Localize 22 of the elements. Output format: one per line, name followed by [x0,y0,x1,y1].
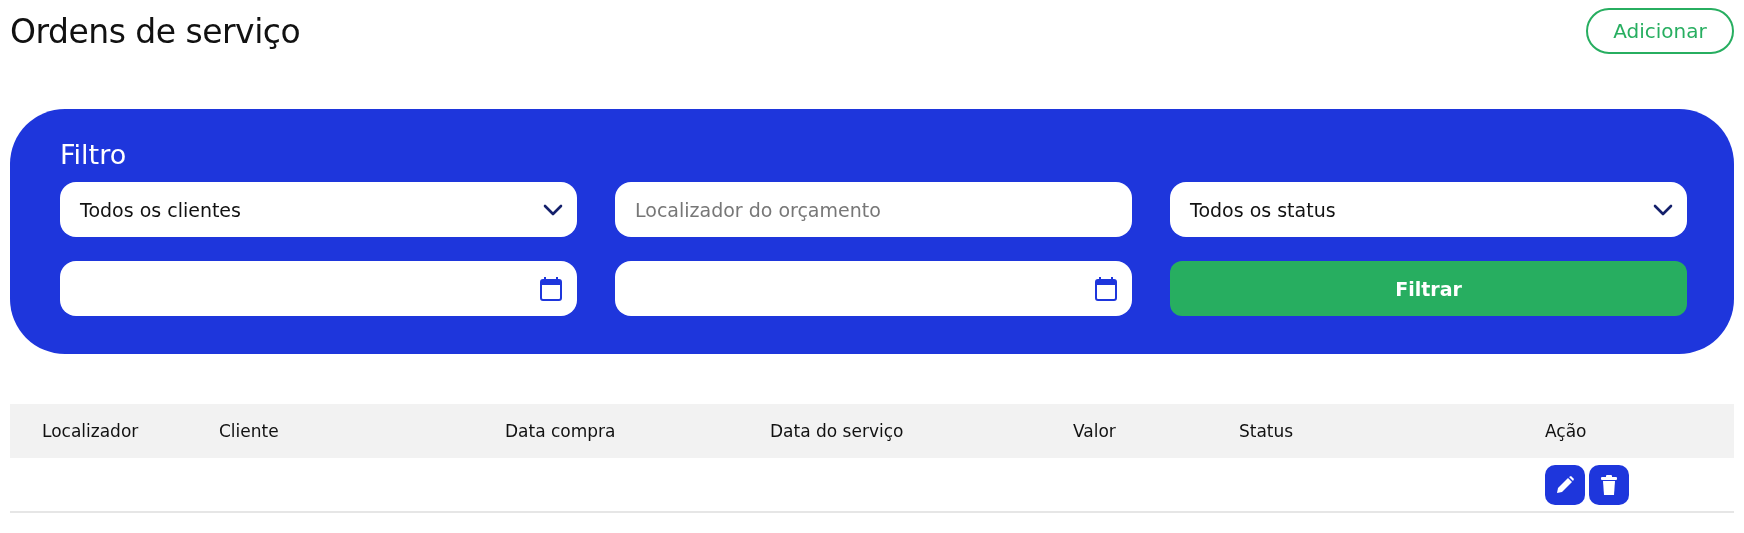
calendar-icon [539,275,563,302]
delete-button[interactable] [1589,464,1629,505]
column-header: Data do serviço [770,421,905,441]
column-header: Localizador [42,421,140,441]
select-field[interactable]: Todos os status [1170,182,1687,237]
chevron-down-icon [1653,203,1673,216]
column-header: Ação [1545,421,1588,441]
date-field[interactable] [615,261,1132,316]
input-field[interactable]: Localizador do orçamento [615,182,1132,237]
date-field[interactable] [60,261,577,316]
trash-icon [1600,473,1618,496]
column-header: Status [1239,421,1295,441]
filter-title: Filtro [60,139,128,170]
page-title: Ordens de serviço [10,11,301,51]
column-header: Data compra [505,421,617,441]
edit-button[interactable] [1545,464,1585,505]
select-field[interactable]: Todos os clientes [60,182,577,237]
chevron-down-icon [543,203,563,216]
calendar-icon [1094,275,1118,302]
column-header: Valor [1073,421,1117,441]
pencil-icon [1555,474,1575,495]
column-header: Cliente [219,421,280,441]
